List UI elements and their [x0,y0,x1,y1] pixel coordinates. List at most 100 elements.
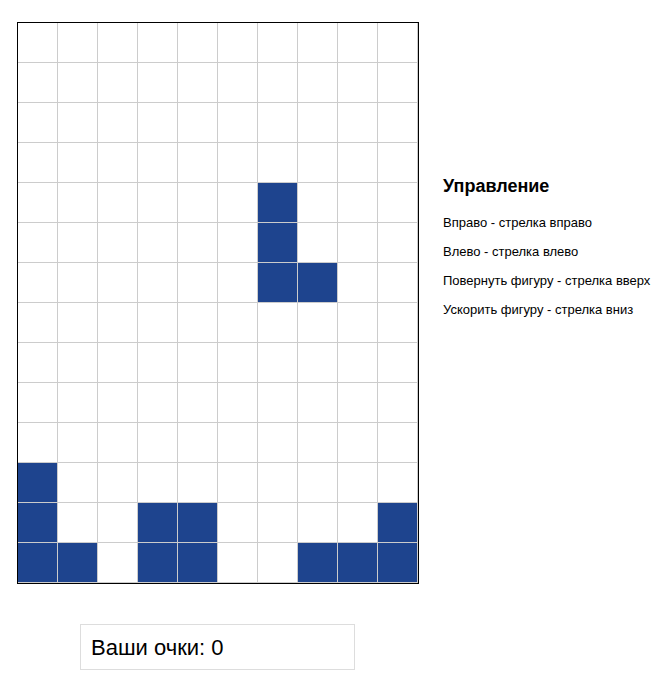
board-cell [378,543,418,583]
board-cell [178,463,218,503]
board-cell [338,463,378,503]
board-cell [58,223,98,263]
board-cell [218,423,258,463]
board-cell [378,183,418,223]
board-cell [338,303,378,343]
board-cell [98,423,138,463]
board-cell [338,143,378,183]
board-cell [98,343,138,383]
board-cell [378,303,418,343]
board-cell [18,303,58,343]
board-cell [378,343,418,383]
board-cell [338,23,378,63]
board-cell [98,303,138,343]
board-cell [138,23,178,63]
board-cell [178,303,218,343]
board-cell [218,103,258,143]
board-cell [138,383,178,423]
board-cell [98,23,138,63]
board-cell [258,303,298,343]
control-hint: Ускорить фигуру - стрелка вниз [443,295,650,324]
board-cell [58,303,98,343]
board-cell [378,63,418,103]
control-hint: Повернуть фигуру - стрелка вверх [443,266,650,295]
board-cell [218,543,258,583]
board-cell [58,423,98,463]
board-cell [338,103,378,143]
score-box: Ваши очки: 0 [80,624,355,670]
board-cell [298,503,338,543]
board-cell [258,423,298,463]
board-cell [18,503,58,543]
board-cell [98,463,138,503]
board-cell [58,343,98,383]
board-cell [178,63,218,103]
board-cell [58,143,98,183]
board-cell [218,23,258,63]
board-cell [138,463,178,503]
board-cell [58,543,98,583]
board-cell [18,423,58,463]
board-cell [58,103,98,143]
board-cell [218,63,258,103]
board-cell [258,23,298,63]
board-cell [298,103,338,143]
board-cell [298,263,338,303]
board-cell [218,343,258,383]
board-cell [138,183,178,223]
board-cell [378,463,418,503]
board-cell [18,23,58,63]
board-cell [178,423,218,463]
control-hint: Влево - стрелка влево [443,237,650,266]
board-cell [58,383,98,423]
board-cell [178,103,218,143]
board-cell [98,183,138,223]
board-cell [218,143,258,183]
board-cell [218,223,258,263]
board-cell [378,423,418,463]
board-cell [338,183,378,223]
board-cell [138,143,178,183]
board-cell [298,383,338,423]
board-cell [338,383,378,423]
board-cell [98,63,138,103]
board-cell [98,143,138,183]
board-cell [258,143,298,183]
board-cell [18,383,58,423]
game-board [17,22,419,584]
board-cell [258,343,298,383]
board-cell [98,223,138,263]
board-cell [58,23,98,63]
board-cell [298,543,338,583]
board-cell [18,223,58,263]
board-cell [138,63,178,103]
board-cell [378,263,418,303]
board-cell [218,463,258,503]
board-cell [298,423,338,463]
board-cell [178,503,218,543]
board-cell [298,303,338,343]
board-cell [18,103,58,143]
board-cell [218,383,258,423]
board-cell [338,423,378,463]
score-value: 0 [211,631,223,664]
board-cell [338,343,378,383]
board-cell [58,503,98,543]
board-cell [338,503,378,543]
board-cell [138,503,178,543]
board-cell [378,503,418,543]
board-cell [178,543,218,583]
board-cell [178,183,218,223]
board-cell [18,143,58,183]
board-cell [258,383,298,423]
board-cell [298,143,338,183]
board-cell [258,183,298,223]
board-cell [18,263,58,303]
board-cell [98,543,138,583]
board-cell [178,383,218,423]
board-cell [298,463,338,503]
board-cell [18,183,58,223]
board-cell [178,223,218,263]
board-cell [58,63,98,103]
board-cell [258,463,298,503]
